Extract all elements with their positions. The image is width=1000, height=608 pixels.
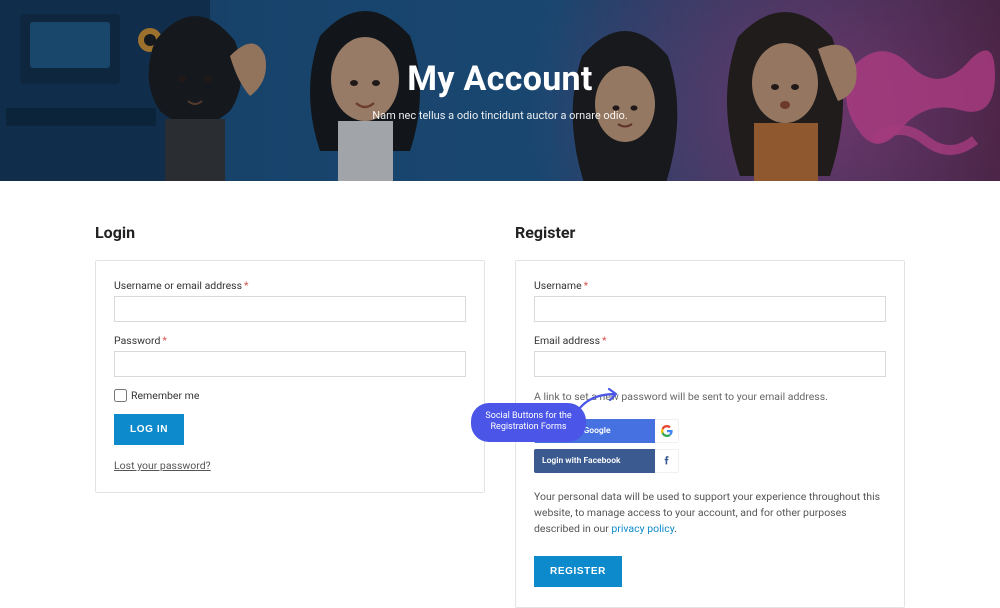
required-asterisk: * [244, 279, 249, 292]
main-columns: Login Username or email address* Passwor… [95, 223, 905, 608]
login-with-facebook-label: Login with Facebook [534, 449, 655, 473]
login-password-input[interactable] [114, 351, 466, 377]
page-title: My Account [407, 59, 592, 99]
login-password-label: Password* [114, 334, 466, 347]
login-username-label: Username or email address* [114, 279, 466, 292]
register-privacy-text: Your personal data will be used to suppo… [534, 489, 886, 538]
google-icon [655, 419, 679, 443]
remember-me-row: Remember me [114, 389, 466, 402]
callout-pill: Social Buttons for the Registration Form… [471, 403, 586, 442]
hero-banner: My Account Nam nec tellus a odio tincidu… [0, 0, 1000, 181]
login-button[interactable]: LOG IN [114, 414, 184, 445]
required-asterisk: * [584, 279, 589, 292]
required-asterisk: * [602, 334, 607, 347]
facebook-icon [655, 449, 679, 473]
login-heading: Login [95, 223, 485, 242]
login-password-label-text: Password [114, 334, 160, 347]
privacy-policy-link[interactable]: privacy policy [611, 522, 674, 535]
login-with-facebook-button[interactable]: Login with Facebook [534, 449, 679, 473]
register-heading: Register [515, 223, 905, 242]
register-email-label-text: Email address [534, 334, 600, 347]
lost-password-link[interactable]: Lost your password? [114, 459, 466, 472]
register-privacy-body: Your personal data will be used to suppo… [534, 490, 880, 536]
register-username-label: Username* [534, 279, 886, 292]
remember-me-checkbox[interactable] [114, 389, 127, 402]
callout-arrow-icon [572, 388, 622, 425]
page-subtitle: Nam nec tellus a odio tincidunt auctor a… [372, 109, 627, 122]
register-email-input[interactable] [534, 351, 886, 377]
register-button[interactable]: REGISTER [534, 556, 622, 587]
remember-me-label: Remember me [131, 389, 199, 402]
required-asterisk: * [162, 334, 167, 347]
login-column: Login Username or email address* Passwor… [95, 223, 485, 608]
callout-text: Social Buttons for the Registration Form… [471, 403, 586, 442]
register-username-input[interactable] [534, 296, 886, 322]
register-privacy-suffix: . [674, 522, 677, 535]
register-email-label: Email address* [534, 334, 886, 347]
login-username-label-text: Username or email address [114, 279, 242, 292]
register-username-label-text: Username [534, 279, 582, 292]
login-username-input[interactable] [114, 296, 466, 322]
login-panel: Username or email address* Password* Rem… [95, 260, 485, 493]
